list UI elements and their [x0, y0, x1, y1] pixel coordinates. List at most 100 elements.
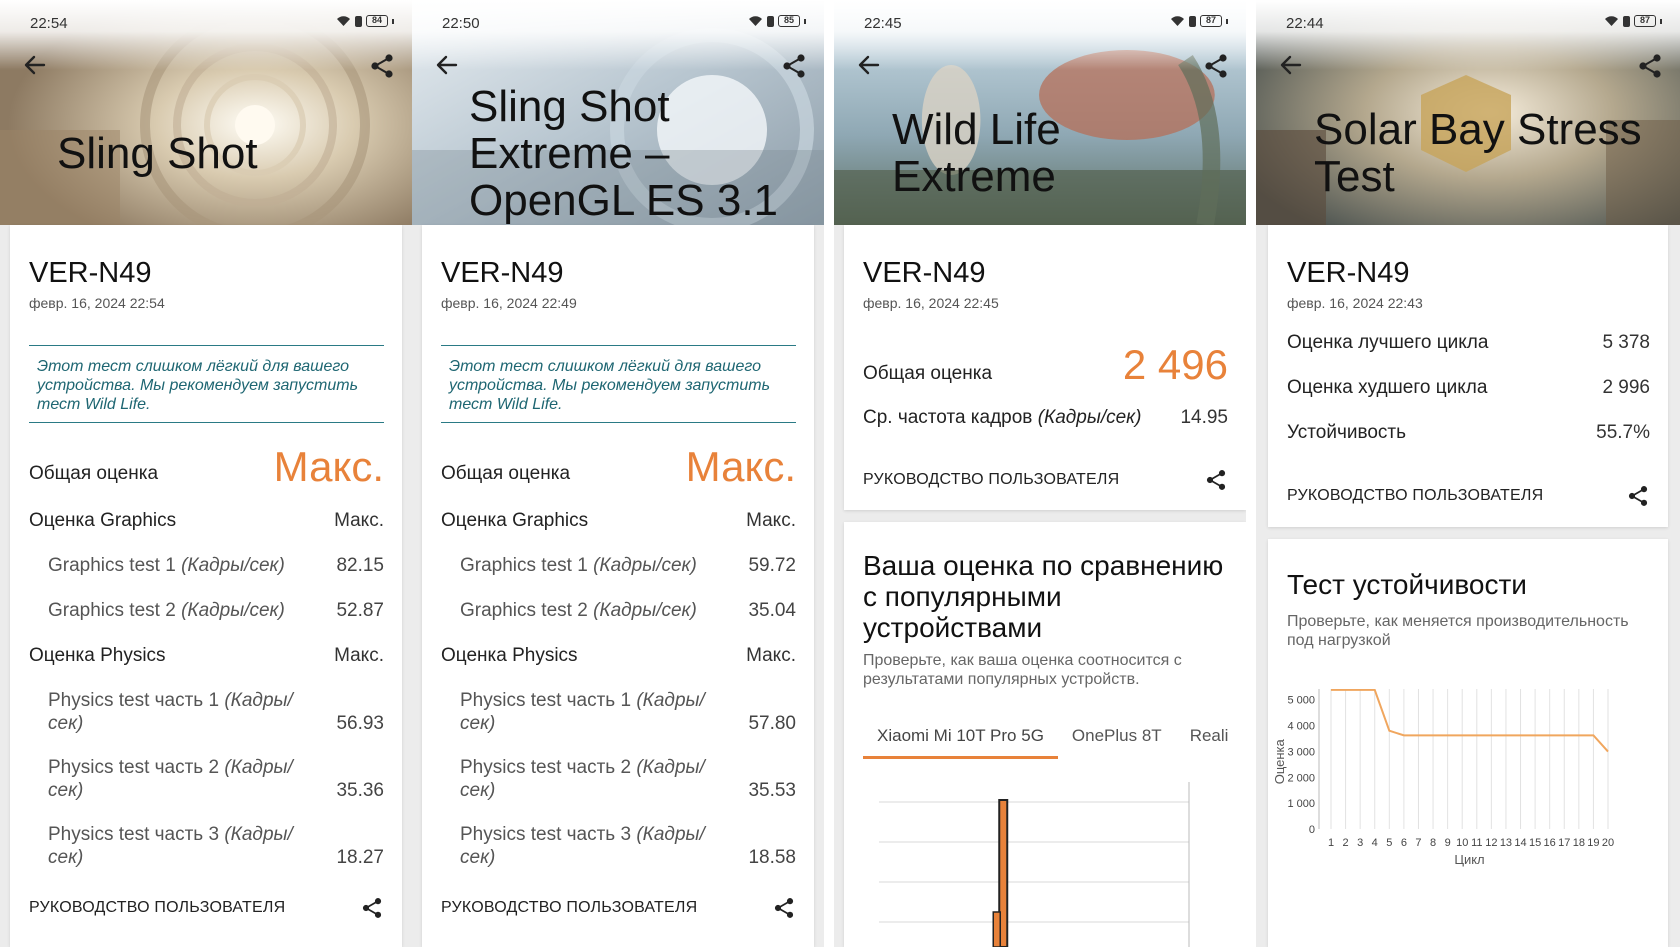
y-tick-label: 0	[1309, 824, 1315, 836]
overall-score-row: Общая оценка Макс.	[29, 433, 384, 491]
test-title: Sling Shot Extreme – OpenGL ES 3.1	[469, 83, 778, 224]
graphics-test-1-row: Graphics test 1 (Кадры/сек) 59.72	[460, 551, 796, 581]
wifi-icon	[1605, 16, 1618, 26]
physics-label: Оценка Physics	[29, 645, 166, 666]
share-icon[interactable]	[360, 896, 384, 920]
tab-realme[interactable]: Reali	[1176, 725, 1243, 759]
best-cycle-label: Оценка лучшего цикла	[1287, 332, 1489, 353]
gt1-label: Graphics test 1	[460, 555, 588, 576]
x-tick-label: 4	[1372, 837, 1378, 849]
x-tick-label: 17	[1558, 837, 1570, 849]
physics-test-2-row: Physics test часть 2 (Кадры/сек) 35.53	[460, 752, 796, 802]
back-arrow-icon[interactable]	[856, 52, 882, 78]
status-bar: 22:44 87	[1256, 0, 1680, 46]
pt3-unit-2: сек)	[460, 847, 496, 868]
pt2-label: Physics test часть 2	[460, 757, 632, 778]
x-tick-label: 15	[1529, 837, 1541, 849]
status-bar: 22:45 87	[834, 0, 1246, 46]
share-icon[interactable]	[1204, 468, 1228, 492]
title-line: Sling Shot	[469, 82, 670, 131]
gt1-label: Graphics test 1	[48, 555, 176, 576]
user-guide-label: РУКОВОДСТВО ПОЛЬЗОВАТЕЛЯ	[1287, 487, 1544, 504]
overall-score-row: Общая оценка 2 496	[863, 333, 1228, 389]
pt3-value: 18.58	[748, 847, 796, 868]
overall-value: Макс.	[273, 443, 384, 490]
status-icons: 87	[1604, 15, 1662, 27]
title-line: Extreme –	[469, 129, 670, 178]
user-guide-link[interactable]: РУКОВОДСТВО ПОЛЬЗОВАТЕЛЯ	[863, 465, 1228, 495]
recommendation-notice: Этот тест слишком лёгкий для вашего устр…	[29, 345, 384, 423]
graphics-label: Оценка Graphics	[441, 510, 589, 531]
status-bar: 22:54 84	[0, 0, 412, 46]
x-tick-label: 13	[1500, 837, 1512, 849]
wifi-icon	[337, 16, 350, 26]
comparison-card: Ваша оценка по сравнению с популярными у…	[844, 522, 1246, 947]
fps-unit: (Кадры/сек)	[1037, 407, 1142, 428]
share-icon[interactable]	[780, 52, 808, 80]
x-tick-label: 11	[1471, 837, 1482, 849]
share-icon[interactable]	[772, 896, 796, 920]
gt1-value: 82.15	[336, 555, 384, 576]
pt1-value: 56.93	[336, 713, 384, 734]
share-icon[interactable]	[368, 52, 396, 80]
y-tick-label: 1 000	[1287, 798, 1315, 810]
x-tick-label: 7	[1415, 837, 1421, 849]
gt1-unit: (Кадры/сек)	[181, 555, 285, 576]
physics-test-1-row: Physics test часть 1 (Кадры/сек) 56.93	[48, 685, 384, 735]
pt2-value: 35.53	[748, 780, 796, 801]
test-date: февр. 16, 2024 22:54	[29, 295, 165, 311]
recommendation-notice: Этот тест слишком лёгкий для вашего устр…	[441, 345, 796, 423]
back-arrow-icon[interactable]	[434, 52, 460, 78]
graphics-test-1-row: Graphics test 1 (Кадры/сек) 82.15	[48, 551, 384, 581]
user-guide-link[interactable]: РУКОВОДСТВО ПОЛЬЗОВАТЕЛЯ	[1287, 481, 1650, 511]
gt2-value: 35.04	[748, 600, 796, 621]
y-tick-label: 3 000	[1287, 746, 1315, 758]
x-tick-label: 20	[1602, 837, 1614, 849]
wifi-icon	[1171, 16, 1184, 26]
result-card: VER-N49 февр. 16, 2024 22:49 Этот тест с…	[422, 225, 814, 947]
battery-icon: 85	[778, 15, 800, 27]
pt1-label: Physics test часть 1	[48, 690, 220, 711]
back-arrow-icon[interactable]	[1278, 52, 1304, 78]
best-cycle-value: 5 378	[1602, 332, 1650, 353]
stress-line-chart: 01 0002 0003 0004 0005 0001 2 3 4 5 6 7 8 9 10 11 1…	[1272, 689, 1614, 867]
overall-value: Макс.	[685, 443, 796, 490]
gt2-label: Graphics test 2	[460, 600, 588, 621]
stability-row: Устойчивость 55.7%	[1287, 418, 1650, 448]
x-tick-label: 19	[1587, 837, 1599, 849]
x-tick-label: 16	[1544, 837, 1556, 849]
screen-solar-bay-stress-test: 22:44 87 Solar Bay Stress Test VER-N49 ф…	[1256, 0, 1680, 947]
title-line: OpenGL ES 3.1	[469, 176, 779, 225]
screen-wild-life-extreme: 22:45 87 Wild Life Extreme VER-N49 февр.…	[834, 0, 1246, 947]
fps-label: Ср. частота кадров	[863, 407, 1033, 428]
pt1-unit: (Кадры/	[636, 690, 705, 711]
physics-score-row: Оценка Physics Макс.	[441, 641, 796, 671]
share-icon[interactable]	[1626, 484, 1650, 508]
pt1-unit-2: сек)	[460, 713, 496, 734]
user-guide-link[interactable]: РУКОВОДСТВО ПОЛЬЗОВАТЕЛЯ	[441, 893, 796, 923]
tab-oneplus[interactable]: OnePlus 8T	[1058, 725, 1176, 759]
graphics-label: Оценка Graphics	[29, 510, 177, 531]
overall-value: 2 496	[1122, 341, 1228, 388]
back-arrow-icon[interactable]	[22, 52, 48, 78]
gt2-value: 52.87	[336, 600, 384, 621]
gt2-unit: (Кадры/сек)	[181, 600, 285, 621]
overall-label: Общая оценка	[441, 463, 571, 484]
share-icon[interactable]	[1202, 52, 1230, 80]
pt1-value: 57.80	[748, 713, 796, 734]
result-card: VER-N49 февр. 16, 2024 22:45 Общая оценк…	[844, 225, 1246, 510]
physics-test-3-row: Physics test часть 3 (Кадры/сек) 18.58	[460, 819, 796, 869]
tab-xiaomi[interactable]: Xiaomi Mi 10T Pro 5G	[863, 725, 1058, 759]
status-bar: 22:50 85	[412, 0, 824, 46]
battery-tip	[804, 18, 806, 24]
device-tabs: Xiaomi Mi 10T Pro 5G OnePlus 8T Reali	[863, 725, 1246, 759]
pt1-label: Physics test часть 1	[460, 690, 632, 711]
test-title: Solar Bay Stress Test	[1314, 106, 1642, 200]
share-icon[interactable]	[1636, 52, 1664, 80]
gt1-value: 59.72	[748, 555, 796, 576]
user-guide-label: РУКОВОДСТВО ПОЛЬЗОВАТЕЛЯ	[29, 899, 286, 916]
user-guide-link[interactable]: РУКОВОДСТВО ПОЛЬЗОВАТЕЛЯ	[29, 893, 384, 923]
pt2-label: Physics test часть 2	[48, 757, 220, 778]
y-tick-label: 2 000	[1287, 772, 1315, 784]
pt3-unit: (Кадры/	[636, 824, 705, 845]
